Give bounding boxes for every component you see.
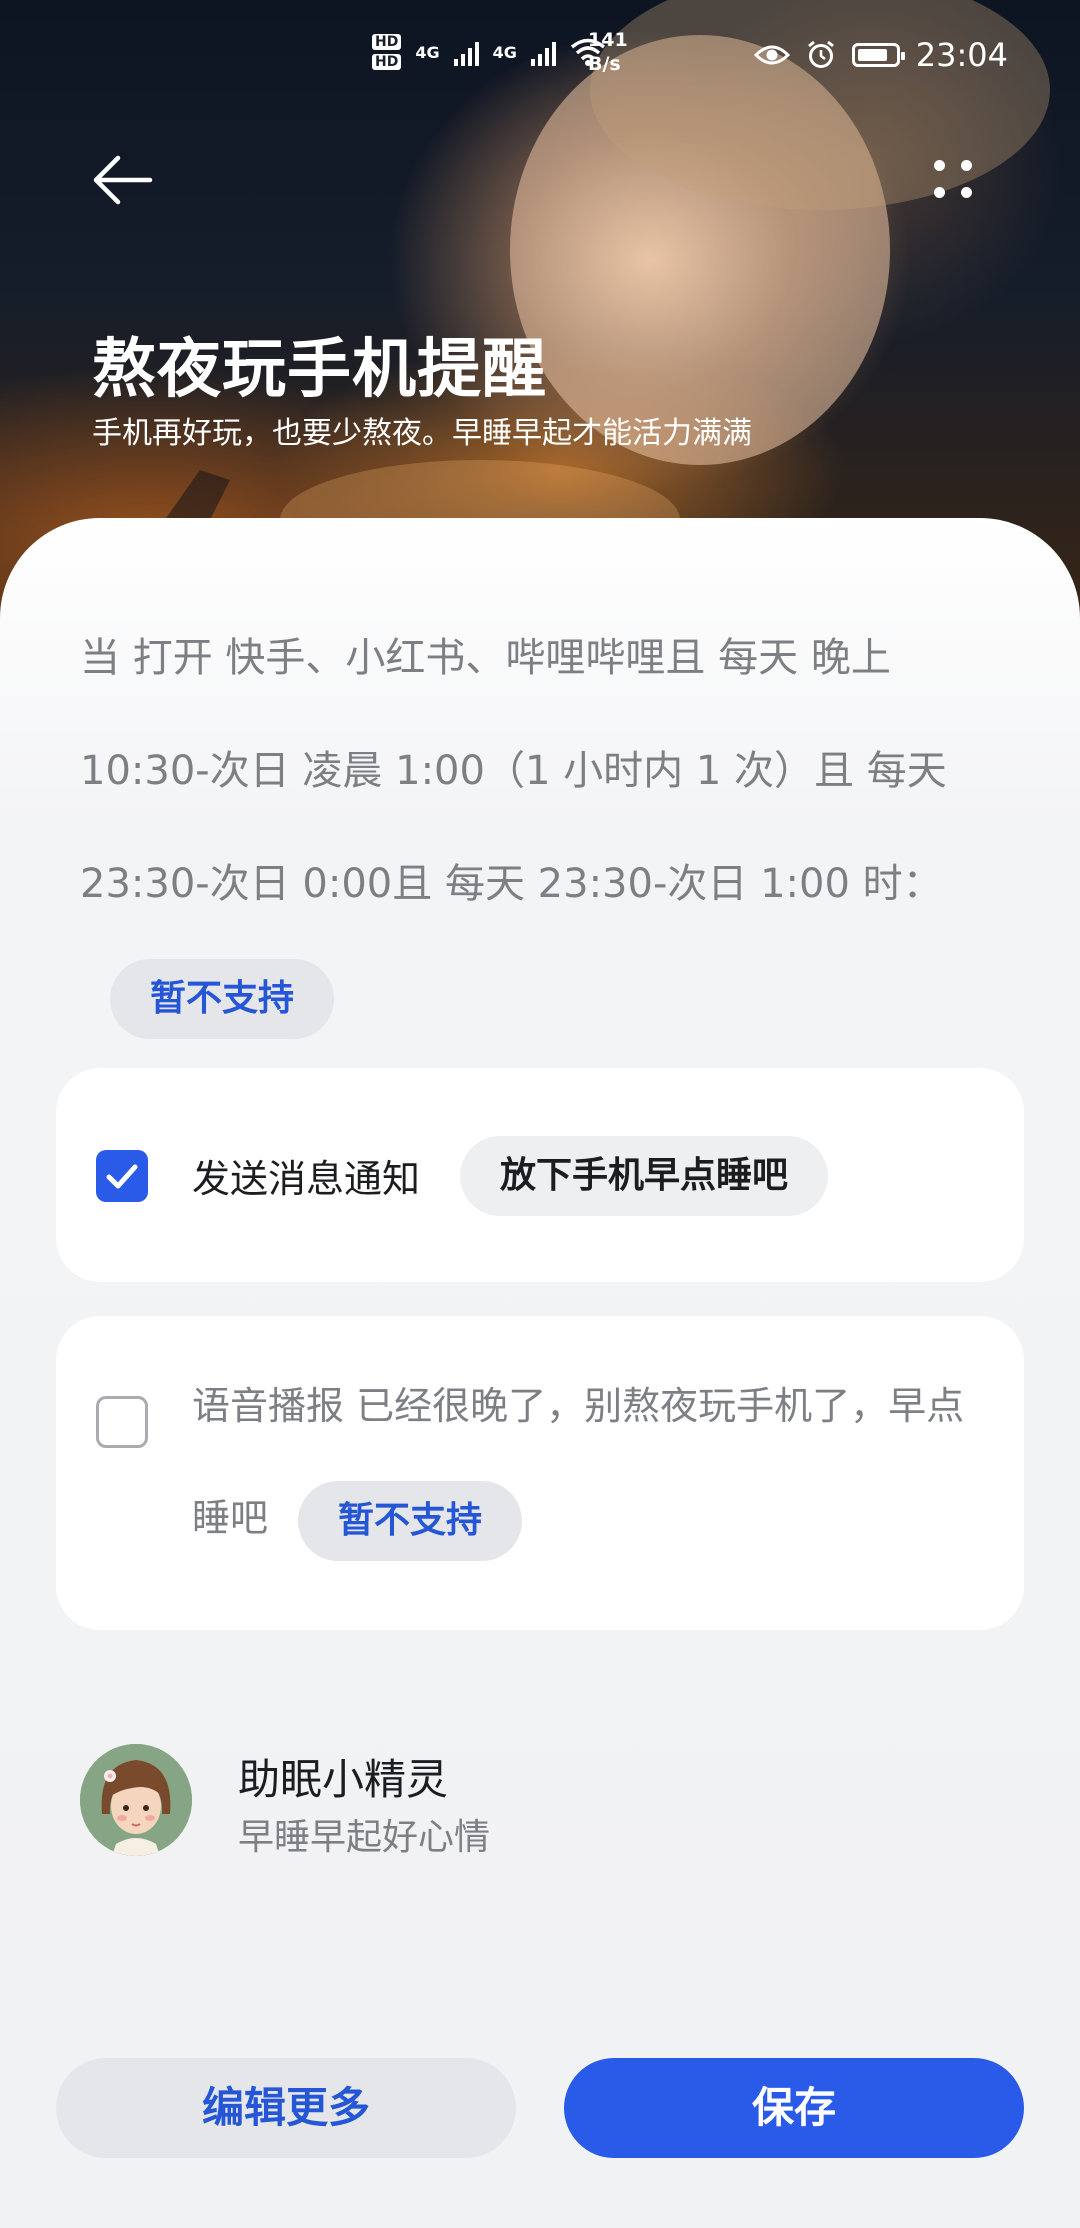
voice-checkbox[interactable] [96, 1396, 148, 1448]
hd-badge-1: HD [372, 34, 402, 50]
unsupported-chip[interactable]: 暂不支持 [110, 959, 335, 1039]
helper-subtitle: 早睡早起好心情 [238, 1817, 491, 1858]
checkmark-icon [106, 1164, 138, 1189]
notification-message-chip[interactable]: 放下手机早点睡吧 [460, 1136, 829, 1216]
sleep-helper[interactable]: 助眠小精灵 早睡早起好心情 [80, 1744, 580, 1864]
notification-label: 发送消息通知 [192, 1157, 421, 1201]
condition-text: 当 打开 快手、小红书、哔哩哔哩且 每天 晚上 10:30-次日 凌晨 1:00… [80, 635, 947, 907]
network-indicators: HD HD 4G 4G [372, 34, 606, 70]
notification-card: 发送消息通知 放下手机早点睡吧 [56, 1068, 1024, 1282]
status-bar: HD HD 4G 4G 141 B/s 23:04 [0, 28, 1080, 92]
voice-card: 语音播报 已经很晚了，别熬夜玩手机了，早点睡吧 暂不支持 [56, 1316, 1024, 1630]
save-button[interactable]: 保存 [564, 2058, 1024, 2158]
notification-checkbox[interactable] [96, 1150, 148, 1202]
more-options-button[interactable] [928, 154, 984, 210]
edit-more-button[interactable]: 编辑更多 [56, 2058, 516, 2158]
back-arrow-icon [93, 155, 153, 205]
eye-comfort-icon [753, 45, 790, 65]
status-time: 23:04 [915, 36, 1008, 74]
girl-avatar-icon [80, 1744, 192, 1856]
helper-name: 助眠小精灵 [238, 1755, 449, 1804]
voice-unsupported-chip[interactable]: 暂不支持 [298, 1480, 523, 1561]
voice-description: 语音播报 已经很晚了，别熬夜玩手机了，早点睡吧 暂不支持 [192, 1350, 992, 1574]
hd-badge-2: HD [372, 54, 402, 70]
battery-icon [851, 43, 905, 67]
alarm-icon [807, 40, 834, 68]
network-type-1: 4G [415, 42, 440, 62]
network-speed: 141 B/s [588, 29, 628, 75]
network-type-2: 4G [492, 42, 517, 62]
status-right: 23:04 [753, 36, 1008, 74]
page-subtitle: 手机再好玩，也要少熬夜。早睡早起才能活力满满 [92, 416, 752, 451]
signal-icon-1 [453, 38, 479, 66]
condition-description: 当 打开 快手、小红书、哔哩哔哩且 每天 晚上 10:30-次日 凌晨 1:00… [80, 602, 1000, 1054]
back-button[interactable] [88, 150, 158, 210]
page-title: 熬夜玩手机提醒 [92, 333, 547, 407]
hd-badges: HD HD [372, 34, 402, 70]
signal-icon-2 [530, 38, 556, 66]
avatar [80, 1744, 192, 1856]
